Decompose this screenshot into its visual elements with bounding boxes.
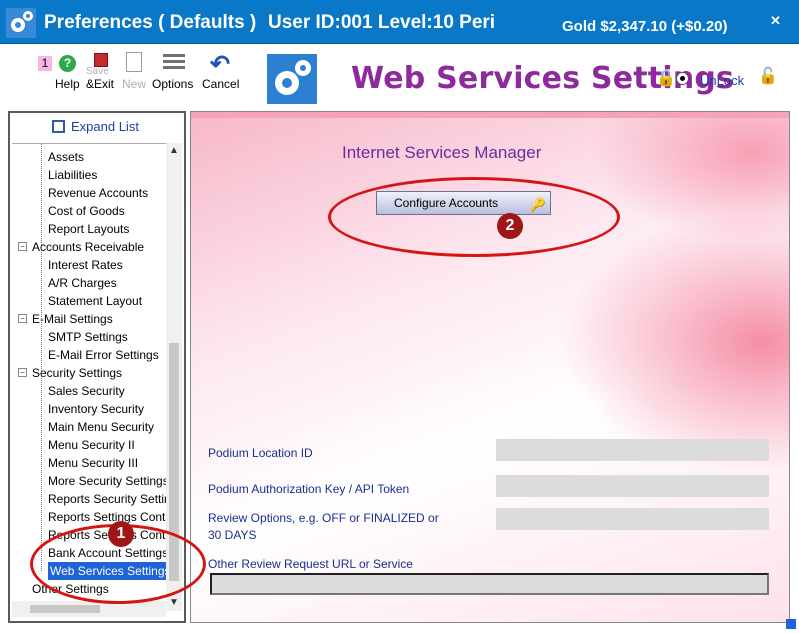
- unlock-hotkey: L: [716, 73, 724, 88]
- help-button-label[interactable]: Help: [55, 77, 80, 91]
- annotation-marker-1: 1: [108, 521, 134, 547]
- review-url-label: Other Review Request URL or Service: [208, 557, 413, 571]
- tree-item[interactable]: Interest Rates: [48, 256, 123, 274]
- tree-item[interactable]: E-Mail Error Settings: [48, 346, 159, 364]
- tree-item[interactable]: Statement Layout: [48, 292, 142, 310]
- collapse-icon[interactable]: −: [18, 368, 27, 377]
- tree-item[interactable]: A/R Charges: [48, 274, 117, 292]
- horizontal-scrollbar[interactable]: [12, 601, 166, 617]
- tree-item[interactable]: E-Mail Settings: [32, 310, 113, 328]
- save-icon[interactable]: [94, 53, 108, 67]
- tree-item[interactable]: More Security Settings: [48, 472, 166, 490]
- new-button-label: New: [122, 77, 147, 91]
- close-icon[interactable]: ✕: [770, 13, 781, 29]
- scroll-up-icon[interactable]: ▲: [166, 143, 182, 159]
- annotation-ellipse-2: [328, 177, 620, 257]
- unlock-button[interactable]: UnLock: [700, 73, 744, 88]
- tree-item[interactable]: Revenue Accounts: [48, 184, 148, 202]
- tree-item[interactable]: Assets: [48, 148, 84, 166]
- tree-guide-line: [41, 144, 42, 571]
- review-options-label-line2: 30 DAYS: [208, 528, 257, 542]
- collapse-icon[interactable]: −: [18, 242, 27, 251]
- tree-item[interactable]: Main Menu Security: [48, 418, 154, 436]
- review-options-input[interactable]: [496, 508, 769, 530]
- tree-item[interactable]: Liabilities: [48, 166, 97, 184]
- settings-gear-icon: [267, 54, 317, 104]
- gold-price: Gold $2,347.10 (+$0.20): [562, 18, 728, 35]
- review-url-input[interactable]: [210, 573, 769, 595]
- unlock-prefix: Un: [700, 73, 717, 88]
- tree-item[interactable]: SMTP Settings: [48, 328, 128, 346]
- title-bar: Preferences ( Defaults ) User ID:001 Lev…: [0, 0, 799, 44]
- expand-list-button[interactable]: Expand List: [52, 119, 139, 134]
- podium-location-label: Podium Location ID: [208, 446, 313, 460]
- save-exit-label[interactable]: &Exit: [86, 77, 114, 91]
- tree-item[interactable]: Inventory Security: [48, 400, 144, 418]
- tree-item[interactable]: Cost of Goods: [48, 202, 125, 220]
- save-top-label[interactable]: Save: [86, 66, 109, 77]
- hscroll-thumb[interactable]: [30, 605, 100, 613]
- lock-radio[interactable]: [676, 72, 689, 85]
- review-options-label: Review Options, e.g. OFF or FINALIZED or: [208, 511, 439, 525]
- tree-item[interactable]: Sales Security: [48, 382, 125, 400]
- cancel-button-label[interactable]: Cancel: [202, 77, 239, 91]
- help-icon[interactable]: ?: [59, 55, 76, 72]
- podium-location-input[interactable]: [496, 439, 769, 461]
- options-button-label[interactable]: Options: [152, 77, 193, 91]
- options-icon[interactable]: [163, 54, 185, 70]
- expand-list-label: Expand List: [71, 119, 139, 134]
- unlock-suffix: ock: [723, 73, 745, 88]
- new-document-icon: [126, 52, 142, 72]
- scroll-down-icon[interactable]: ▼: [166, 595, 182, 611]
- lock-icon: 🔒: [656, 70, 676, 87]
- undo-icon[interactable]: ↶: [210, 50, 230, 79]
- tree-item[interactable]: Menu Security III: [48, 454, 138, 472]
- window-title: Preferences ( Defaults ): [44, 12, 257, 33]
- checkbox-icon: [52, 120, 65, 133]
- podium-auth-key-label: Podium Authorization Key / API Token: [208, 482, 410, 496]
- tree-item[interactable]: Security Settings: [32, 364, 122, 382]
- unlock-icon[interactable]: 🔓: [758, 66, 778, 86]
- tree-item[interactable]: Menu Security II: [48, 436, 135, 454]
- step-badge: 1: [38, 56, 52, 71]
- gear-icon: [6, 8, 36, 38]
- collapse-icon[interactable]: −: [18, 314, 27, 323]
- tree-item[interactable]: Report Layouts: [48, 220, 129, 238]
- user-info: User ID:001 Level:10 Period: [268, 12, 494, 33]
- tree-item[interactable]: Accounts Receivable: [32, 238, 144, 256]
- annotation-marker-2: 2: [497, 213, 523, 239]
- section-title: Internet Services Manager: [342, 143, 542, 162]
- tree-item[interactable]: Reports Security Settings: [48, 490, 166, 508]
- podium-auth-key-input[interactable]: [496, 475, 769, 497]
- resize-grip-icon[interactable]: [786, 619, 796, 629]
